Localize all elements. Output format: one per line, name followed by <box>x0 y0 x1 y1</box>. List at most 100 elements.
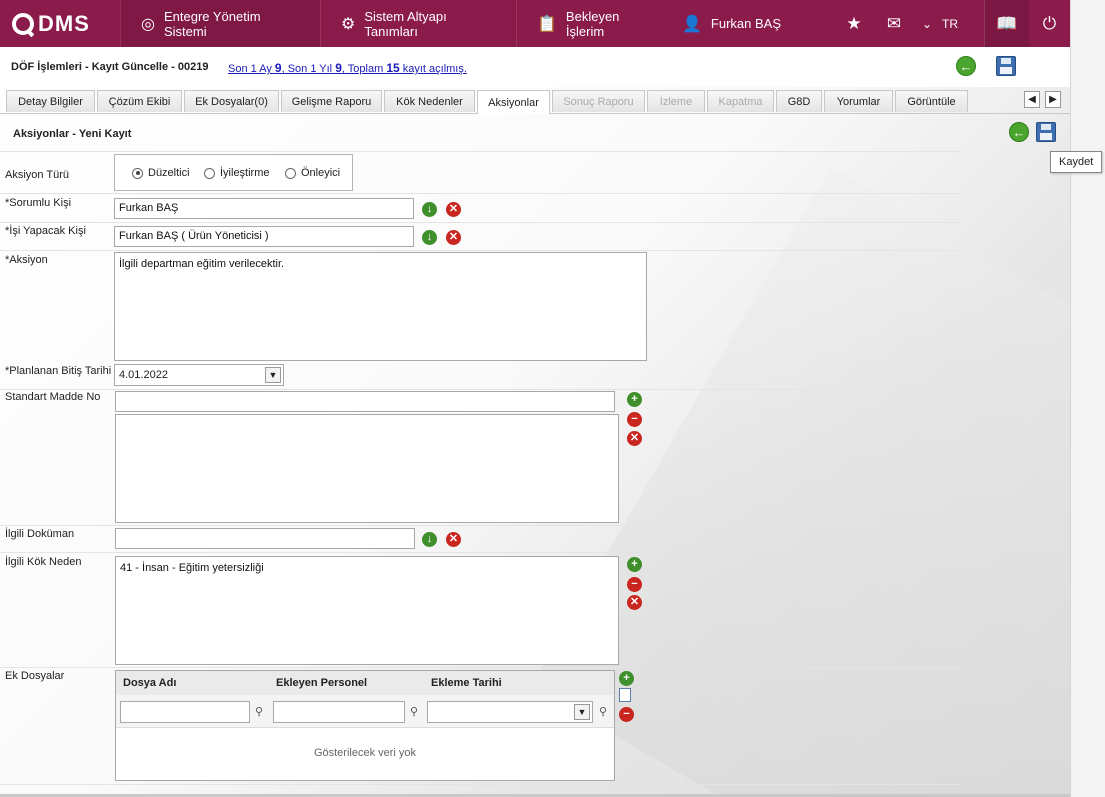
ek-dosyalar-grid: Dosya Adı Ekleyen Personel Ekleme Tarihi… <box>115 670 615 781</box>
page-header: DÖF İşlemleri - Kayıt Güncelle - 00219 S… <box>0 47 1070 87</box>
aksiyon-textarea[interactable]: İlgili departman eğitim verilecektir. <box>114 252 647 361</box>
nav-user-menu[interactable]: 👤 Furkan BAŞ <box>662 0 817 47</box>
filter-ekleyen-personel-input[interactable] <box>273 701 405 723</box>
tab-aksiyonlar[interactable]: Aksiyonlar <box>477 90 550 114</box>
aksiyon-label: *Aksiyon <box>5 254 48 266</box>
nav-label: Entegre Yönetim Sistemi <box>163 8 261 39</box>
mail-icon[interactable]: ✉ <box>874 0 914 47</box>
tab-scroll-right-icon[interactable]: ▶ <box>1045 91 1061 108</box>
select-down-arrow-icon[interactable]: ↓ <box>422 532 437 547</box>
kok-neden-list[interactable]: 41 - İnsan - Eğitim yetersizliği <box>115 556 619 665</box>
nav-bekleyen-islerim[interactable]: 📋 Bekleyen İşlerim <box>516 0 662 47</box>
radio-duzeltici[interactable]: Düzeltici <box>132 167 190 179</box>
radio-label: Önleyici <box>301 167 341 179</box>
row-divider <box>0 389 960 390</box>
chevron-down-icon: ⌄ <box>921 16 932 31</box>
tab-scroll-left-icon[interactable]: ◀ <box>1024 91 1040 108</box>
radio-label: Düzeltici <box>148 167 190 179</box>
isi-yapacak-input[interactable]: Furkan BAŞ ( Ürün Yöneticisi ) <box>114 226 414 247</box>
ilgili-dokuman-label: İlgili Doküman <box>5 528 75 540</box>
filter-dosya-adi-input[interactable] <box>120 701 250 723</box>
tab-izleme[interactable]: İzleme <box>647 90 705 112</box>
save-tooltip: Kaydet <box>1050 151 1103 173</box>
ek-dosyalar-label: Ek Dosyalar <box>5 670 65 682</box>
section-title: Aksiyonlar - Yeni Kayıt <box>13 128 132 140</box>
add-plus-icon[interactable]: + <box>627 392 642 407</box>
records-year-count: 9 <box>335 61 342 75</box>
tab-goruntule[interactable]: Görüntüle <box>895 90 968 112</box>
column-header-ekleme-tarihi[interactable]: Ekleme Tarihi <box>431 677 502 689</box>
clipboard-icon: 📋 <box>537 15 557 33</box>
standart-madde-list[interactable] <box>115 414 619 523</box>
nav-label: Bekleyen İşlerim <box>565 8 620 39</box>
filter-key-icon[interactable]: ⚲ <box>410 705 418 718</box>
clear-x-icon[interactable]: ✕ <box>446 202 461 217</box>
tab-kapatma[interactable]: Kapatma <box>707 90 774 112</box>
tab-yorumlar[interactable]: Yorumlar <box>824 90 893 112</box>
tab-kok-nedenler[interactable]: Kök Nedenler <box>384 90 475 112</box>
back-arrow-icon[interactable]: ← <box>956 56 976 76</box>
bitis-tarihi-datepicker[interactable]: 4.01.2022 ▼ <box>114 364 284 386</box>
power-logout-icon[interactable]: ⏻ <box>1029 0 1070 47</box>
records-text-4: kayıt açılmış. <box>399 63 467 75</box>
language-selector[interactable]: ⌄ TR <box>914 17 966 31</box>
tab-cozum-ekibi[interactable]: Çözüm Ekibi <box>97 90 182 112</box>
standart-madde-input[interactable] <box>115 391 615 412</box>
sorumlu-kisi-label: *Sorumlu Kişi <box>5 197 72 209</box>
tab-gelisme-raporu[interactable]: Gelişme Raporu <box>281 90 382 112</box>
radio-onleyici[interactable]: Önleyici <box>285 167 340 179</box>
records-text-3: , Toplam <box>341 63 387 75</box>
user-name: Furkan BAŞ <box>710 16 782 31</box>
records-total-count: 15 <box>386 61 400 75</box>
column-header-ekleyen-personel[interactable]: Ekleyen Personel <box>276 677 367 689</box>
records-text-2: , Son 1 Yıl <box>281 63 336 75</box>
aksiyon-turu-label: Aksiyon Türü <box>5 169 69 181</box>
chevron-down-icon[interactable]: ▼ <box>574 704 590 720</box>
dms-logo[interactable]: DMS <box>0 0 120 47</box>
document-icon[interactable] <box>619 688 631 702</box>
select-down-arrow-icon[interactable]: ↓ <box>422 230 437 245</box>
nav-entegre-yonetim[interactable]: ◎ Entegre Yönetim Sistemi <box>120 0 320 47</box>
tab-g8d[interactable]: G8D <box>776 90 822 112</box>
section-save-disk-icon[interactable] <box>1036 122 1056 142</box>
filter-key-icon[interactable]: ⚲ <box>599 705 607 718</box>
records-month-count: 9 <box>274 61 282 75</box>
column-header-dosya-adi[interactable]: Dosya Adı <box>123 677 176 689</box>
clear-x-icon[interactable]: ✕ <box>627 595 642 610</box>
add-plus-icon[interactable]: + <box>627 557 642 572</box>
radio-unselected-icon <box>204 167 215 179</box>
book-help-icon[interactable]: 📖 <box>984 0 1029 47</box>
clear-x-icon[interactable]: ✕ <box>446 230 461 245</box>
tab-detay-bilgiler[interactable]: Detay Bilgiler <box>6 90 95 112</box>
chevron-down-icon[interactable]: ▼ <box>265 367 281 383</box>
remove-minus-icon[interactable]: − <box>627 412 642 427</box>
radio-unselected-icon <box>285 167 296 179</box>
top-navigation-bar: DMS ◎ Entegre Yönetim Sistemi ⚙ Sistem A… <box>0 0 1070 47</box>
radio-iyilestirme[interactable]: İyileştirme <box>204 167 270 179</box>
nav-sistem-altyapi[interactable]: ⚙ Sistem Altyapı Tanımları <box>320 0 516 47</box>
sorumlu-kisi-input[interactable]: Furkan BAŞ <box>114 198 414 219</box>
radio-selected-icon <box>132 167 143 179</box>
page-title: DÖF İşlemleri - Kayıt Güncelle - 00219 <box>11 61 209 73</box>
date-value: 4.01.2022 <box>119 369 168 381</box>
favorites-star-icon[interactable]: ★ <box>834 0 874 47</box>
select-down-arrow-icon[interactable]: ↓ <box>422 202 437 217</box>
remove-minus-icon[interactable]: − <box>619 707 634 722</box>
save-disk-icon[interactable] <box>996 56 1016 76</box>
main-content: DÖF İşlemleri - Kayıt Güncelle - 00219 S… <box>0 47 1070 797</box>
filter-ekleme-tarihi-select[interactable]: ▼ <box>427 701 593 723</box>
clear-x-icon[interactable]: ✕ <box>446 532 461 547</box>
clear-x-icon[interactable]: ✕ <box>627 431 642 446</box>
add-plus-icon[interactable]: + <box>619 671 634 686</box>
record-count-link[interactable]: Son 1 Ay 9, Son 1 Yıl 9, Toplam 15 kayıt… <box>228 61 467 75</box>
row-divider <box>0 667 960 668</box>
q-logo-icon <box>12 12 34 35</box>
topbar-right-actions: ★ ✉ ⌄ TR 📖 ⏻ <box>834 0 1070 47</box>
tab-ek-dosyalar[interactable]: Ek Dosyalar(0) <box>184 90 279 112</box>
section-back-arrow-icon[interactable]: ← <box>1009 122 1029 142</box>
remove-minus-icon[interactable]: − <box>627 577 642 592</box>
tab-sonuc-raporu[interactable]: Sonuç Raporu <box>552 90 645 112</box>
filter-key-icon[interactable]: ⚲ <box>255 705 263 718</box>
row-divider <box>0 552 960 553</box>
ilgili-dokuman-input[interactable] <box>115 528 415 549</box>
